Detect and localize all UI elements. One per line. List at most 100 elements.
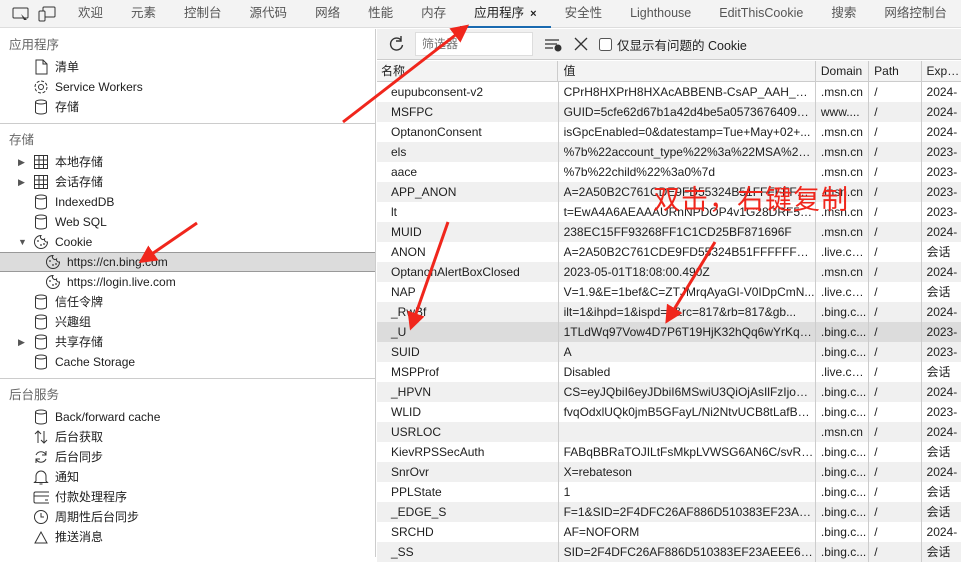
expanded-triangle-icon[interactable]: ▼ (18, 232, 27, 252)
tab-12[interactable]: 网络控制台 (870, 0, 961, 28)
table-cell: ANON (377, 242, 559, 262)
tab-2[interactable]: 控制台 (170, 0, 236, 28)
table-row[interactable]: KievRPSSecAuthFABqBBRaTOJILtFsMkpLVWSG6A… (377, 442, 961, 462)
table-row[interactable]: WLIDfvqOdxlUQk0jmB5GFayL/Ni2NtvUCB8tLafB… (377, 402, 961, 422)
sidebar-item[interactable]: Web SQL (0, 212, 375, 232)
table-row[interactable]: _HPVNCS=eyJQbiI6eyJDbiI6MSwiU3QiOjAsIlFz… (377, 382, 961, 402)
sidebar-item-label: Cache Storage (55, 352, 135, 372)
table-cell: _RwBf (377, 302, 559, 322)
sidebar-item[interactable]: 后台同步 (0, 447, 375, 467)
table-row[interactable]: ANONA=2A50B2C761CDE9FD55324B51FFFFFFFF&E… (377, 242, 961, 262)
cookie-icon (33, 234, 49, 250)
table-row[interactable]: OptanonAlertBoxClosed2023-05-01T18:08:00… (377, 262, 961, 282)
sidebar-item[interactable]: ▶共享存储 (0, 332, 375, 352)
column-header[interactable]: Domain (816, 61, 869, 81)
grid-icon (33, 174, 49, 190)
tab-10[interactable]: EditThisCookie (705, 0, 817, 28)
refresh-icon[interactable] (387, 35, 405, 53)
table-row[interactable]: MSPProfDisabled.live.co.../会话 (377, 362, 961, 382)
sidebar-item[interactable]: https://login.live.com (0, 272, 375, 292)
tab-9[interactable]: Lighthouse (616, 0, 705, 28)
table-cell: 会话 (922, 282, 961, 302)
table-cell: F=1&SID=2F4DFC26AF886D510383EF23AEEE... (559, 502, 816, 522)
table-row[interactable]: SUIDA.bing.c.../2023- (377, 342, 961, 362)
table-row[interactable]: USRLOC.msn.cn/2024- (377, 422, 961, 442)
up-down-arrows-icon (33, 429, 49, 445)
table-cell: 会话 (922, 502, 961, 522)
collapsed-triangle-icon[interactable]: ▶ (18, 152, 25, 172)
sidebar-item[interactable]: ▶本地存储 (0, 152, 375, 172)
sidebar-item[interactable]: 后台获取 (0, 427, 375, 447)
sidebar-item[interactable]: Back/forward cache (0, 407, 375, 427)
table-cell: X=rebateson (559, 462, 816, 482)
sidebar-item[interactable]: IndexedDB (0, 192, 375, 212)
table-row[interactable]: _EDGE_SF=1&SID=2F4DFC26AF886D510383EF23A… (377, 502, 961, 522)
table-cell: FABqBBRaTOJILtFsMkpLVWSG6AN6C/svRwN... (559, 442, 816, 462)
inspect-element-icon[interactable] (12, 6, 30, 22)
tab-5[interactable]: 性能 (354, 0, 407, 28)
delete-selected-icon[interactable] (573, 36, 589, 52)
sidebar-item[interactable]: 兴趣组 (0, 312, 375, 332)
collapsed-triangle-icon[interactable]: ▶ (18, 172, 25, 192)
tab-0[interactable]: 欢迎 (64, 0, 117, 28)
sidebar-item-label: 兴趣组 (55, 312, 91, 332)
sidebar-item[interactable]: 通知 (0, 467, 375, 487)
tab-7[interactable]: 应用程序× (460, 0, 550, 28)
sidebar-item-label: 存储 (55, 97, 79, 117)
table-row[interactable]: eupubconsent-v2CPrH8HXPrH8HXAcABBENB-CsA… (377, 82, 961, 102)
table-row[interactable]: MSFPCGUID=5cfe62d67b1a42d4be5a0573676409… (377, 102, 961, 122)
table-row[interactable]: OptanonConsentisGpcEnabled=0&datestamp=T… (377, 122, 961, 142)
table-cell: / (869, 462, 921, 482)
table-cell: / (869, 102, 921, 122)
database-icon (33, 334, 49, 350)
table-row[interactable]: SRCHDAF=NOFORM.bing.c.../2024- (377, 522, 961, 542)
table-row[interactable]: els%7b%22account_type%22%3a%22MSA%22%...… (377, 142, 961, 162)
sidebar-item[interactable]: Service Workers (0, 77, 375, 97)
sidebar-item[interactable]: Cache Storage (0, 352, 375, 372)
table-row[interactable]: PPLState1.bing.c.../会话 (377, 482, 961, 502)
column-header[interactable]: 名称 (377, 61, 558, 81)
column-header[interactable]: Expires (922, 61, 961, 81)
only-issues-checkbox[interactable] (599, 38, 612, 51)
table-row[interactable]: _RwBfilt=1&ihpd=1&ispd=1&rc=817&rb=817&g… (377, 302, 961, 322)
close-tab-icon[interactable]: × (530, 8, 536, 20)
sidebar-item[interactable]: 信任令牌 (0, 292, 375, 312)
device-toolbar-icon[interactable] (38, 6, 56, 22)
table-row[interactable]: _U1TLdWq97Vow4D7P6T19HjK32hQq6wYrKqEn...… (377, 322, 961, 342)
filter-input[interactable] (415, 32, 533, 56)
application-sidebar: 应用程序清单Service Workers存储存储▶本地存储▶会话存储Index… (0, 29, 376, 557)
column-header[interactable]: Path (869, 61, 921, 81)
table-cell: V=1.9&E=1bef&C=ZTJMrqAyaGI-V0IDpCmN... (559, 282, 816, 302)
sidebar-item[interactable]: 推送消息 (0, 527, 375, 547)
table-row[interactable]: NAPV=1.9&E=1bef&C=ZTJMrqAyaGI-V0IDpCmN..… (377, 282, 961, 302)
table-cell: isGpcEnabled=0&datestamp=Tue+May+02+... (559, 122, 816, 142)
sidebar-item[interactable]: 付款处理程序 (0, 487, 375, 507)
tab-1[interactable]: 元素 (117, 0, 170, 28)
sidebar-item[interactable]: https://cn.bing.com (0, 252, 375, 272)
sidebar-item[interactable]: ▼Cookie (0, 232, 375, 252)
sidebar-item[interactable]: 清单 (0, 57, 375, 77)
tab-11[interactable]: 搜索 (817, 0, 870, 28)
sidebar-item[interactable]: 存储 (0, 97, 375, 117)
tab-8[interactable]: 安全性 (551, 0, 617, 28)
collapsed-triangle-icon[interactable]: ▶ (18, 332, 25, 352)
column-header[interactable]: 值 (558, 61, 815, 81)
table-row[interactable]: _SSSID=2F4DFC26AF886D510383EF23AEEE6C5C.… (377, 542, 961, 562)
clear-all-cookies-icon[interactable] (543, 36, 563, 52)
sidebar-item-label: IndexedDB (55, 192, 114, 212)
sidebar-item[interactable]: ▶会话存储 (0, 172, 375, 192)
table-cell: 2023- (922, 342, 961, 362)
table-cell: .bing.c... (816, 522, 869, 542)
tab-4[interactable]: 网络 (301, 0, 354, 28)
table-cell: / (869, 122, 921, 142)
table-row[interactable]: SnrOvrX=rebateson.bing.c.../2024- (377, 462, 961, 482)
table-row[interactable]: MUID238EC15FF93268FF1C1CD25BF871696F.msn… (377, 222, 961, 242)
tab-3[interactable]: 源代码 (236, 0, 302, 28)
sidebar-item[interactable]: 周期性后台同步 (0, 507, 375, 527)
table-cell: .live.co... (816, 282, 869, 302)
tab-6[interactable]: 内存 (407, 0, 460, 28)
tab-label: 源代码 (250, 6, 288, 20)
table-cell: .msn.cn (816, 82, 869, 102)
table-cell: / (869, 382, 921, 402)
table-cell: .bing.c... (816, 302, 869, 322)
